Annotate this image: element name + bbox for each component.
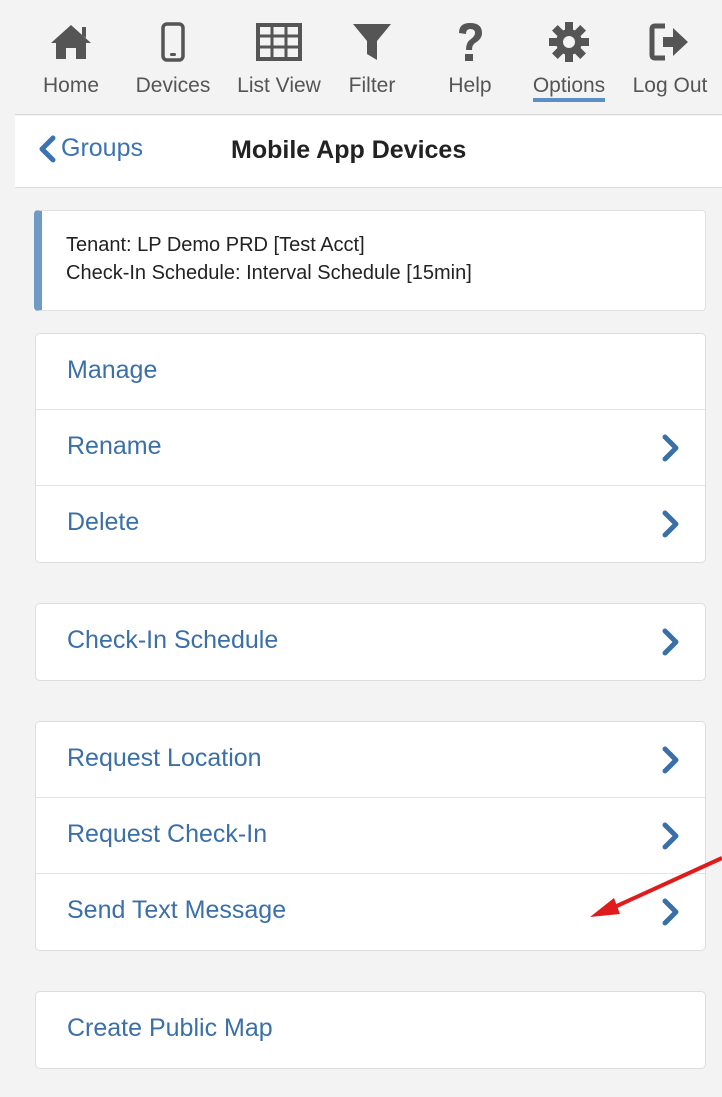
grid-icon — [256, 18, 302, 66]
back-button-label: Groups — [61, 134, 143, 162]
page-title: Mobile App Devices — [231, 136, 467, 164]
top-toolbar: Home Devices List View Filter Help Optio… — [15, 0, 722, 115]
requests-group: Request Location Request Check-In Send T… — [35, 721, 706, 951]
list-item-label: Create Public Map — [67, 1014, 273, 1042]
chevron-right-icon — [662, 898, 679, 926]
page-header: Groups Mobile App Devices — [15, 116, 722, 188]
list-item-delete[interactable]: Delete — [36, 486, 705, 562]
toolbar-log-out-button[interactable]: Log Out — [626, 18, 714, 108]
filter-icon — [351, 18, 393, 66]
toolbar-devices-label: Devices — [135, 74, 211, 97]
chevron-right-icon — [662, 510, 679, 538]
toolbar-help-label: Help — [448, 74, 492, 97]
list-item-label: Delete — [67, 508, 140, 536]
list-item-label: Send Text Message — [67, 896, 287, 924]
chevron-right-icon — [662, 628, 679, 656]
list-item-request-location[interactable]: Request Location — [36, 722, 705, 798]
app-frame: Home Devices List View Filter Help Optio… — [15, 0, 722, 1097]
toolbar-options-button[interactable]: Options — [525, 18, 613, 108]
back-button[interactable]: Groups — [37, 134, 143, 163]
public-map-group: Create Public Map — [35, 991, 706, 1069]
toolbar-list-view-button[interactable]: List View — [227, 18, 331, 108]
toolbar-devices-button[interactable]: Devices — [122, 18, 224, 108]
mobile-icon — [161, 18, 185, 66]
list-item-send-text-message[interactable]: Send Text Message — [36, 874, 705, 950]
list-item-label: Request Location — [67, 744, 262, 772]
gear-icon — [548, 18, 590, 66]
sign-out-icon — [649, 18, 691, 66]
toolbar-filter-label: Filter — [348, 74, 396, 97]
toolbar-home-button[interactable]: Home — [35, 18, 107, 108]
list-item-label: Check-In Schedule — [67, 626, 279, 654]
chevron-left-icon — [39, 135, 56, 162]
list-item-label: Rename — [67, 432, 162, 460]
tenant-text: Tenant: LP Demo PRD [Test Acct] — [66, 234, 365, 256]
toolbar-log-out-label: Log Out — [632, 74, 708, 97]
chevron-right-icon — [662, 434, 679, 462]
chevron-right-icon — [662, 746, 679, 774]
list-item-request-check-in[interactable]: Request Check-In — [36, 798, 705, 874]
schedule-text: Check-In Schedule: Interval Schedule [15… — [66, 262, 472, 284]
list-item-label: Request Check-In — [67, 820, 268, 848]
chevron-right-icon — [662, 822, 679, 850]
schedule-group: Check-In Schedule — [35, 603, 706, 681]
home-icon — [49, 18, 93, 66]
list-item-check-in-schedule[interactable]: Check-In Schedule — [36, 604, 705, 680]
toolbar-help-button[interactable]: Help — [443, 18, 497, 108]
question-icon — [455, 18, 485, 66]
list-item-label: Manage — [67, 356, 158, 384]
list-item-rename[interactable]: Rename — [36, 410, 705, 486]
group-info-card: Tenant: LP Demo PRD [Test Acct] Check-In… — [34, 210, 706, 311]
toolbar-options-label: Options — [532, 74, 606, 102]
manage-group: Manage Rename Delete — [35, 333, 706, 563]
list-item-create-public-map[interactable]: Create Public Map — [36, 992, 705, 1068]
toolbar-list-view-label: List View — [237, 74, 321, 97]
toolbar-filter-button[interactable]: Filter — [341, 18, 403, 108]
toolbar-home-label: Home — [42, 74, 100, 97]
list-item-manage[interactable]: Manage — [36, 334, 705, 410]
